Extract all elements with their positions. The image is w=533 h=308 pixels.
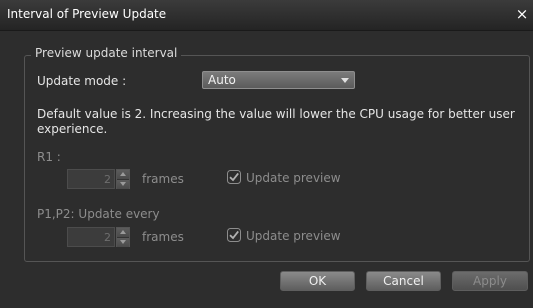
p1p2-frames-unit: frames bbox=[142, 230, 184, 244]
ok-button[interactable]: OK bbox=[280, 271, 355, 291]
apply-button[interactable]: Apply bbox=[452, 271, 528, 291]
title-bar: Interval of Preview Update × bbox=[0, 0, 533, 31]
chevron-down-icon bbox=[341, 78, 349, 83]
p1p2-frames-input[interactable] bbox=[67, 227, 115, 247]
r1-label: R1 : bbox=[37, 150, 61, 164]
spin-up-icon[interactable] bbox=[117, 228, 129, 237]
update-mode-select[interactable]: Auto bbox=[202, 71, 355, 89]
p1p2-spin-buttons bbox=[116, 227, 130, 247]
close-icon[interactable]: × bbox=[513, 4, 531, 24]
description-text: Default value is 2. Increasing the value… bbox=[37, 107, 515, 136]
update-mode-value: Auto bbox=[208, 73, 236, 87]
r1-update-preview-checkbox[interactable] bbox=[227, 170, 241, 184]
r1-spin-buttons bbox=[116, 169, 130, 189]
spin-up-icon[interactable] bbox=[117, 170, 129, 179]
update-mode-label: Update mode : bbox=[37, 74, 127, 88]
spin-down-icon[interactable] bbox=[117, 179, 129, 189]
p1p2-label: P1,P2: Update every bbox=[37, 207, 160, 221]
spin-down-icon[interactable] bbox=[117, 237, 129, 247]
r1-update-preview-label: Update preview bbox=[246, 171, 341, 185]
p1p2-update-preview-checkbox[interactable] bbox=[227, 228, 241, 242]
r1-frames-unit: frames bbox=[142, 172, 184, 186]
group-legend: Preview update interval bbox=[31, 46, 182, 60]
p1p2-update-preview-label: Update preview bbox=[246, 229, 341, 243]
window-title: Interval of Preview Update bbox=[7, 7, 167, 21]
r1-frames-input[interactable] bbox=[67, 169, 115, 189]
cancel-button[interactable]: Cancel bbox=[366, 271, 441, 291]
